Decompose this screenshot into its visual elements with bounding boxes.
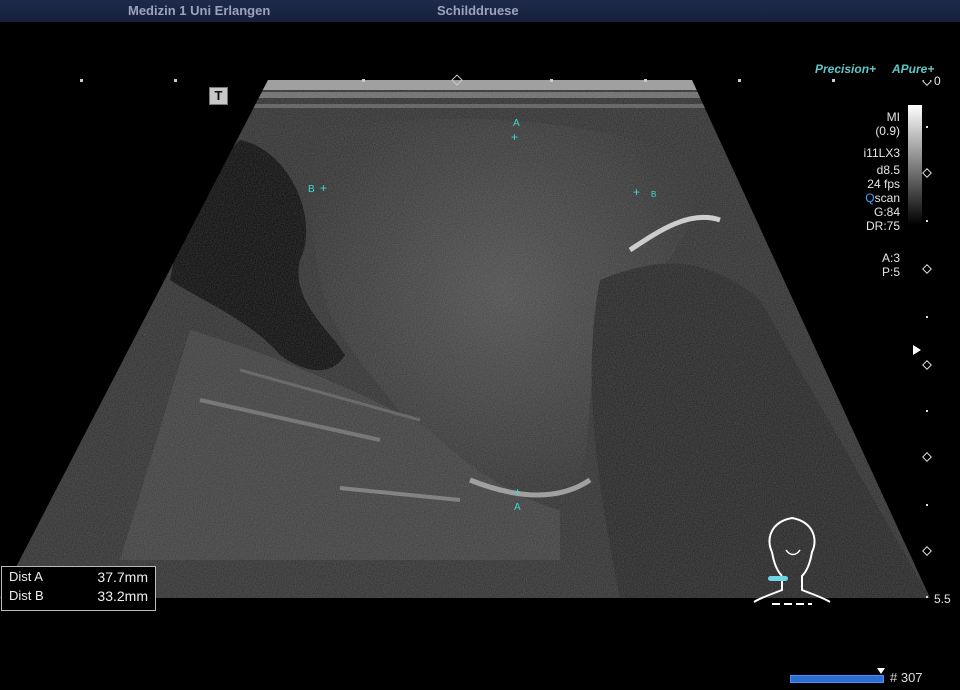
measurement-label: Dist A bbox=[9, 569, 43, 584]
qscan-q: Q bbox=[865, 191, 875, 205]
mi-value: (0.9) bbox=[875, 124, 900, 138]
lateral-tick bbox=[738, 79, 741, 82]
gain-value: G:84 bbox=[873, 205, 900, 219]
measurement-dist-b: Dist B 33.2mm bbox=[9, 588, 152, 606]
cine-progress-bar[interactable] bbox=[790, 675, 884, 683]
qscan-rest: scan bbox=[874, 191, 900, 205]
mi-label: MI bbox=[886, 110, 900, 124]
caliper-b-right[interactable]: + bbox=[633, 186, 640, 198]
frame-rate: 24 fps bbox=[867, 177, 900, 191]
focus-arrow-icon[interactable] bbox=[913, 345, 921, 355]
caliper-a-bottom-label: A bbox=[514, 502, 521, 513]
depth-bottom: 5.5 bbox=[934, 592, 951, 606]
measurement-label: Dist B bbox=[9, 588, 44, 603]
lateral-tick bbox=[174, 79, 177, 82]
depth-top: 0 bbox=[934, 74, 941, 88]
apure-label: APure+ bbox=[892, 62, 935, 76]
caliper-a-bottom[interactable]: + bbox=[514, 486, 521, 498]
lateral-tick bbox=[362, 79, 365, 82]
caliper-b-right-label: B bbox=[651, 190, 657, 199]
dynamic-range: DR:75 bbox=[865, 219, 900, 233]
lateral-tick bbox=[644, 79, 647, 82]
acoustic-value: A:3 bbox=[881, 251, 900, 265]
frame-number: # 307 bbox=[890, 670, 923, 685]
persistence-value: P:5 bbox=[881, 265, 900, 279]
measurement-box: Dist A 37.7mm Dist B 33.2mm bbox=[1, 566, 156, 611]
caliper-b-left[interactable]: + bbox=[320, 182, 327, 194]
probe-name: i11LX3 bbox=[863, 146, 900, 160]
body-mark-icon bbox=[753, 516, 831, 605]
lateral-tick bbox=[832, 79, 835, 82]
lateral-tick bbox=[550, 79, 553, 82]
precision-label: Precision+ bbox=[815, 62, 877, 76]
cine-position-marker[interactable] bbox=[877, 668, 885, 674]
qscan-label: Qscan bbox=[830, 191, 900, 205]
lateral-tick bbox=[80, 79, 83, 82]
measurement-value: 37.7mm bbox=[97, 569, 148, 585]
depth-ruler bbox=[922, 80, 932, 598]
measurement-dist-a: Dist A 37.7mm bbox=[9, 569, 152, 587]
caliper-a-top-label: A bbox=[513, 118, 520, 129]
caliper-a-top[interactable]: + bbox=[511, 131, 518, 143]
t-button[interactable]: T bbox=[209, 87, 228, 105]
depth-setting: d8.5 bbox=[876, 163, 900, 177]
caliper-b-left-label: B bbox=[308, 184, 315, 195]
measurement-value: 33.2mm bbox=[97, 588, 148, 604]
